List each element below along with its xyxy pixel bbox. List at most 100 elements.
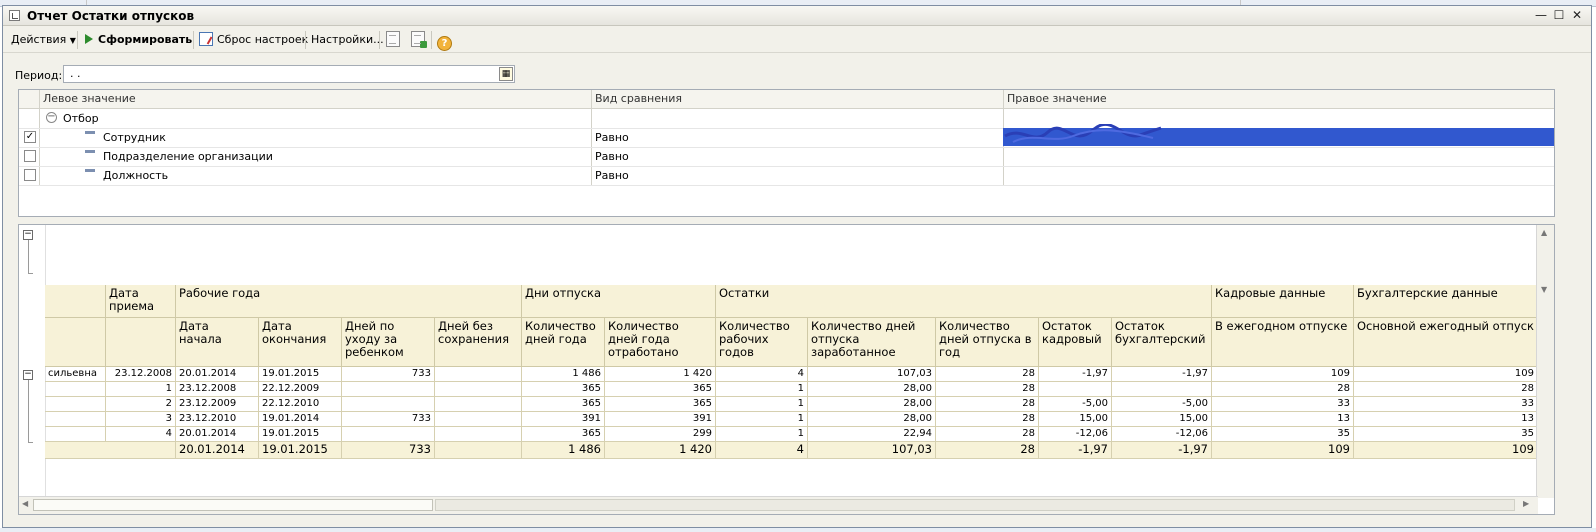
totals-cell[interactable] xyxy=(45,442,176,459)
table-cell[interactable] xyxy=(435,382,522,397)
table-cell[interactable] xyxy=(1039,382,1112,397)
table-cell[interactable]: 4 xyxy=(106,427,176,442)
calendar-icon[interactable]: ▦ xyxy=(499,67,513,81)
table-cell[interactable]: 1 xyxy=(106,382,176,397)
table-cell[interactable]: -5,00 xyxy=(1112,397,1212,412)
title-bar[interactable]: Отчет Остатки отпусков — ☐ ✕ xyxy=(3,6,1591,26)
collapse-icon[interactable]: − xyxy=(46,112,57,123)
generate-button[interactable]: Сформировать xyxy=(85,31,192,49)
table-cell[interactable]: 28 xyxy=(936,367,1039,382)
table-cell[interactable]: 19.01.2015 xyxy=(259,427,342,442)
table-cell[interactable]: -12,06 xyxy=(1112,427,1212,442)
filter-row-position[interactable]: Должность Равно xyxy=(19,166,1554,186)
table-cell[interactable]: сильевна xyxy=(45,367,106,382)
table-cell[interactable]: 365 xyxy=(605,382,716,397)
table-cell[interactable]: 33 xyxy=(1354,397,1538,412)
scroll-thumb[interactable] xyxy=(33,499,433,511)
table-cell[interactable]: 20.01.2014 xyxy=(176,427,259,442)
totals-cell[interactable]: 20.01.2014 xyxy=(176,442,259,459)
table-cell[interactable]: 28 xyxy=(936,412,1039,427)
table-cell[interactable]: 28,00 xyxy=(808,397,936,412)
totals-cell[interactable]: 109 xyxy=(1354,442,1538,459)
actions-menu-button[interactable]: Действия ▼ xyxy=(11,31,76,49)
table-cell[interactable]: 23.12.2010 xyxy=(176,412,259,427)
totals-cell[interactable]: 28 xyxy=(936,442,1039,459)
table-cell[interactable]: 2 xyxy=(106,397,176,412)
totals-cell[interactable]: -1,97 xyxy=(1112,442,1212,459)
table-cell[interactable] xyxy=(45,382,106,397)
totals-cell[interactable]: 107,03 xyxy=(808,442,936,459)
table-cell[interactable]: 1 xyxy=(716,382,808,397)
table-cell[interactable]: 109 xyxy=(1354,367,1538,382)
table-cell[interactable]: 28 xyxy=(936,427,1039,442)
vertical-scrollbar[interactable]: ▲ ▼ xyxy=(1536,225,1554,498)
collapse-icon[interactable]: − xyxy=(23,230,33,240)
table-cell[interactable]: 4 xyxy=(716,367,808,382)
table-cell[interactable]: 28,00 xyxy=(808,382,936,397)
checkbox-icon[interactable] xyxy=(24,169,36,181)
table-cell[interactable]: 1 486 xyxy=(522,367,605,382)
table-cell[interactable]: 733 xyxy=(342,367,435,382)
totals-cell[interactable] xyxy=(435,442,522,459)
table-cell[interactable]: 28 xyxy=(1212,382,1354,397)
reset-settings-button[interactable]: Сброс настроек xyxy=(199,31,308,49)
checkbox-icon[interactable]: ✓ xyxy=(24,131,36,143)
table-cell[interactable] xyxy=(45,412,106,427)
table-cell[interactable]: 365 xyxy=(605,397,716,412)
table-cell[interactable]: 23.12.2008 xyxy=(106,367,176,382)
horizontal-scrollbar[interactable]: ◀ ▶ xyxy=(19,496,1538,514)
table-cell[interactable]: 23.12.2009 xyxy=(176,397,259,412)
table-cell[interactable]: 15,00 xyxy=(1112,412,1212,427)
totals-cell[interactable]: 1 420 xyxy=(605,442,716,459)
table-cell[interactable] xyxy=(1112,382,1212,397)
table-cell[interactable]: 1 xyxy=(716,397,808,412)
filter-row-department[interactable]: Подразделение организации Равно xyxy=(19,147,1554,167)
totals-cell[interactable]: -1,97 xyxy=(1039,442,1112,459)
table-cell[interactable]: 391 xyxy=(522,412,605,427)
checkbox-icon[interactable] xyxy=(24,150,36,162)
filter-group-row[interactable]: − Отбор xyxy=(19,109,1554,129)
table-cell[interactable]: -1,97 xyxy=(1112,367,1212,382)
totals-cell[interactable]: 733 xyxy=(342,442,435,459)
table-cell[interactable]: 1 xyxy=(716,427,808,442)
table-cell[interactable] xyxy=(342,397,435,412)
table-cell[interactable] xyxy=(435,397,522,412)
table-cell[interactable]: 33 xyxy=(1212,397,1354,412)
report-spreadsheet[interactable]: − − Дата приема Рабочие года Дни отпуска Ос… xyxy=(18,224,1555,515)
table-cell[interactable]: 28 xyxy=(936,397,1039,412)
table-cell[interactable] xyxy=(435,367,522,382)
table-cell[interactable]: 1 420 xyxy=(605,367,716,382)
table-cell[interactable]: 299 xyxy=(605,427,716,442)
table-cell[interactable]: 109 xyxy=(1212,367,1354,382)
close-button[interactable]: ✕ xyxy=(1569,8,1585,23)
open-document-button[interactable] xyxy=(386,31,400,49)
table-cell[interactable]: 28 xyxy=(936,382,1039,397)
table-cell[interactable] xyxy=(342,427,435,442)
totals-cell[interactable]: 4 xyxy=(716,442,808,459)
totals-cell[interactable]: 19.01.2015 xyxy=(259,442,342,459)
table-cell[interactable]: 28,00 xyxy=(808,412,936,427)
filter-row-employee[interactable]: ✓ Сотрудник Равно xyxy=(19,124,1554,148)
table-cell[interactable]: 22,94 xyxy=(808,427,936,442)
table-cell[interactable]: 365 xyxy=(522,397,605,412)
table-cell[interactable] xyxy=(435,427,522,442)
table-cell[interactable]: 20.01.2014 xyxy=(176,367,259,382)
scroll-right-icon[interactable]: ▶ xyxy=(1523,499,1529,508)
export-button[interactable] xyxy=(411,31,427,49)
totals-cell[interactable]: 1 486 xyxy=(522,442,605,459)
scroll-left-icon[interactable]: ◀ xyxy=(22,499,28,508)
table-cell[interactable]: 365 xyxy=(522,382,605,397)
maximize-button[interactable]: ☐ xyxy=(1551,8,1567,23)
settings-button[interactable]: Настройки... xyxy=(311,31,384,49)
table-cell[interactable]: 365 xyxy=(522,427,605,442)
table-cell[interactable]: 733 xyxy=(342,412,435,427)
table-cell[interactable]: 13 xyxy=(1212,412,1354,427)
table-cell[interactable]: 22.12.2009 xyxy=(259,382,342,397)
table-cell[interactable]: 35 xyxy=(1212,427,1354,442)
table-cell[interactable]: -12,06 xyxy=(1039,427,1112,442)
table-cell[interactable] xyxy=(342,382,435,397)
filter-right-value-selected[interactable] xyxy=(1003,124,1554,146)
table-cell[interactable]: 1 xyxy=(716,412,808,427)
table-cell[interactable]: 3 xyxy=(106,412,176,427)
table-cell[interactable] xyxy=(435,412,522,427)
